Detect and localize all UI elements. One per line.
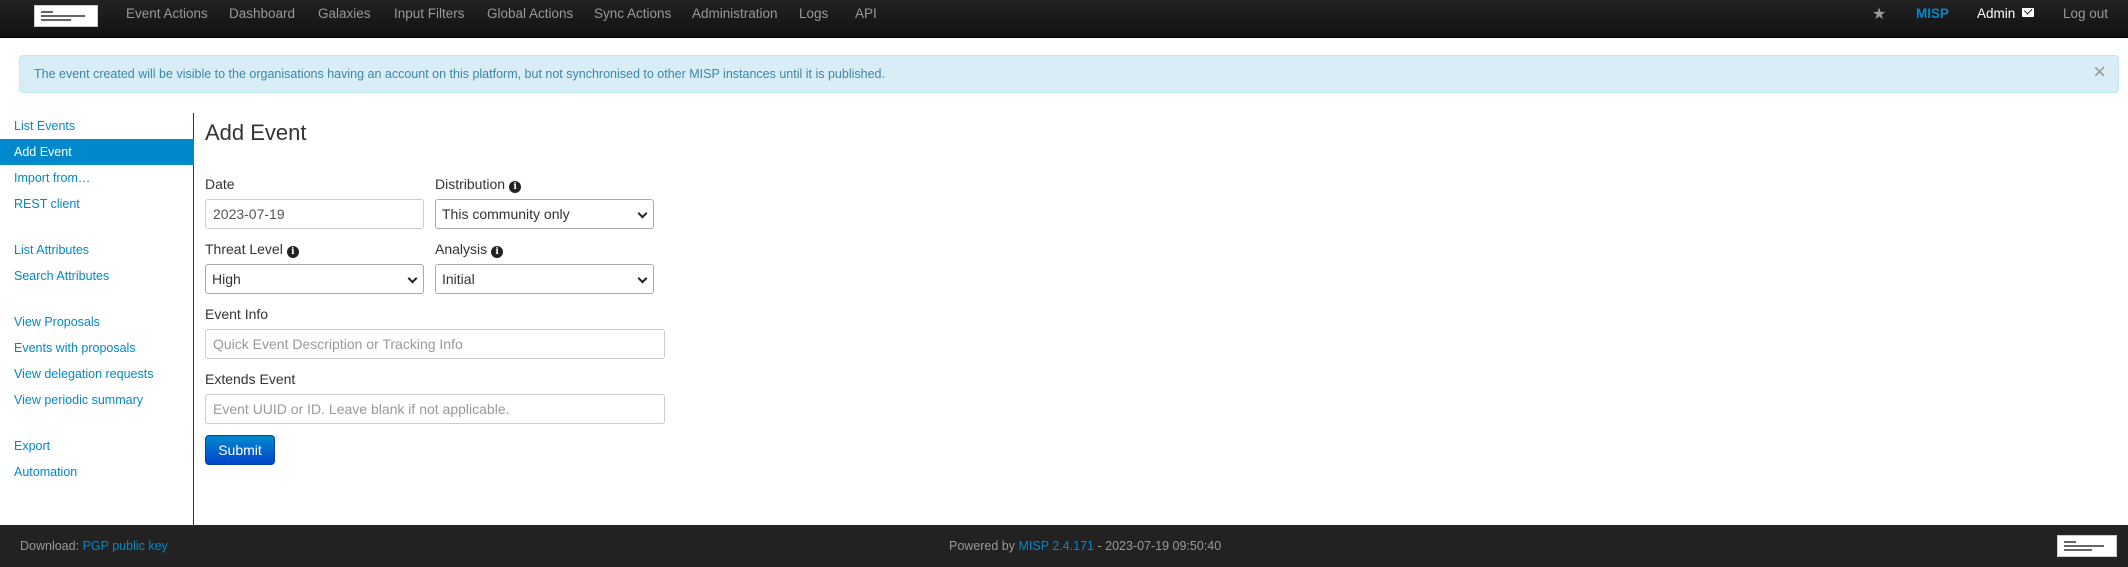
sidebar-item-periodic-summary[interactable]: View periodic summary	[0, 387, 194, 413]
envelope-icon[interactable]	[2022, 8, 2034, 17]
sidebar-item-rest-client[interactable]: REST client	[0, 191, 194, 217]
top-navbar: Event Actions Dashboard Galaxies Input F…	[0, 0, 2128, 38]
nav-dashboard[interactable]: Dashboard	[229, 6, 295, 22]
star-icon[interactable]: ★	[1872, 4, 1886, 24]
threat-level-selected: High	[212, 271, 241, 287]
footer-powered-by: Powered by MISP 2.4.171 - 2023-07-19 09:…	[949, 539, 1222, 553]
threat-level-select[interactable]: High	[205, 264, 424, 294]
chevron-down-icon	[407, 273, 418, 284]
date-label: Date	[205, 176, 235, 192]
distribution-select[interactable]: This community only	[435, 199, 654, 229]
event-info-label: Event Info	[205, 306, 269, 322]
nav-global-actions[interactable]: Global Actions	[487, 6, 573, 22]
page-title: Add Event	[205, 120, 307, 145]
sidebar-item-automation[interactable]: Automation	[0, 459, 194, 485]
analysis-label: Analysis i	[435, 240, 504, 258]
info-icon[interactable]: i	[286, 246, 299, 258]
pgp-key-link[interactable]: PGP public key	[83, 539, 168, 553]
threat-level-label: Threat Level i	[205, 240, 299, 258]
organisation-logo[interactable]	[34, 5, 98, 27]
close-icon[interactable]: ×	[2093, 60, 2106, 84]
sidebar-item-import-from[interactable]: Import from…	[0, 165, 194, 191]
nav-administration[interactable]: Administration	[692, 6, 778, 22]
misp-version-link[interactable]: MISP 2.4.171	[1019, 539, 1095, 553]
sidebar-divider	[14, 422, 162, 423]
distribution-selected: This community only	[442, 206, 570, 222]
sidebar-item-view-proposals[interactable]: View Proposals	[0, 309, 194, 335]
nav-api[interactable]: API	[855, 6, 877, 22]
sidebar-item-delegation-requests[interactable]: View delegation requests	[0, 361, 194, 387]
info-icon[interactable]: i	[491, 246, 504, 258]
analysis-select[interactable]: Initial	[435, 264, 654, 294]
footer-download: Download: PGP public key	[20, 539, 168, 553]
event-info-input[interactable]: Quick Event Description or Tracking Info	[205, 329, 665, 359]
info-alert: The event created will be visible to the…	[19, 55, 2119, 93]
sidebar-item-search-attributes[interactable]: Search Attributes	[0, 263, 194, 289]
nav-misp-home[interactable]: MISP	[1916, 6, 1949, 22]
extends-event-input[interactable]: Event UUID or ID. Leave blank if not app…	[205, 394, 665, 424]
chevron-down-icon	[637, 273, 648, 284]
chevron-down-icon	[637, 208, 648, 219]
info-icon[interactable]: i	[509, 181, 522, 193]
sidebar: List Events Add Event Import from… REST …	[0, 113, 194, 525]
footer-timestamp: - 2023-07-19 09:50:40	[1097, 539, 1222, 553]
submit-button[interactable]: Submit	[205, 435, 275, 465]
sidebar-item-add-event[interactable]: Add Event	[0, 139, 194, 165]
nav-event-actions[interactable]: Event Actions	[126, 6, 208, 22]
nav-sync-actions[interactable]: Sync Actions	[594, 6, 671, 22]
sidebar-divider	[14, 298, 162, 299]
sidebar-item-events-with-proposals[interactable]: Events with proposals	[0, 335, 194, 361]
alert-message: The event created will be visible to the…	[34, 67, 885, 81]
nav-logs[interactable]: Logs	[799, 6, 828, 22]
nav-galaxies[interactable]: Galaxies	[318, 6, 371, 22]
sidebar-divider	[14, 226, 162, 227]
footer: Download: PGP public key Powered by MISP…	[0, 525, 2128, 567]
sidebar-item-list-events[interactable]: List Events	[0, 113, 194, 139]
analysis-selected: Initial	[442, 271, 475, 287]
nav-input-filters[interactable]: Input Filters	[394, 6, 465, 22]
extends-event-label: Extends Event	[205, 371, 296, 387]
nav-admin-user[interactable]: Admin	[1977, 6, 2015, 22]
sidebar-item-list-attributes[interactable]: List Attributes	[0, 237, 194, 263]
sidebar-item-export[interactable]: Export	[0, 433, 194, 459]
distribution-label: Distribution i	[435, 175, 522, 193]
footer-organisation-logo	[2057, 535, 2117, 557]
nav-logout[interactable]: Log out	[2063, 6, 2108, 22]
date-input[interactable]: 2023-07-19	[205, 199, 424, 229]
